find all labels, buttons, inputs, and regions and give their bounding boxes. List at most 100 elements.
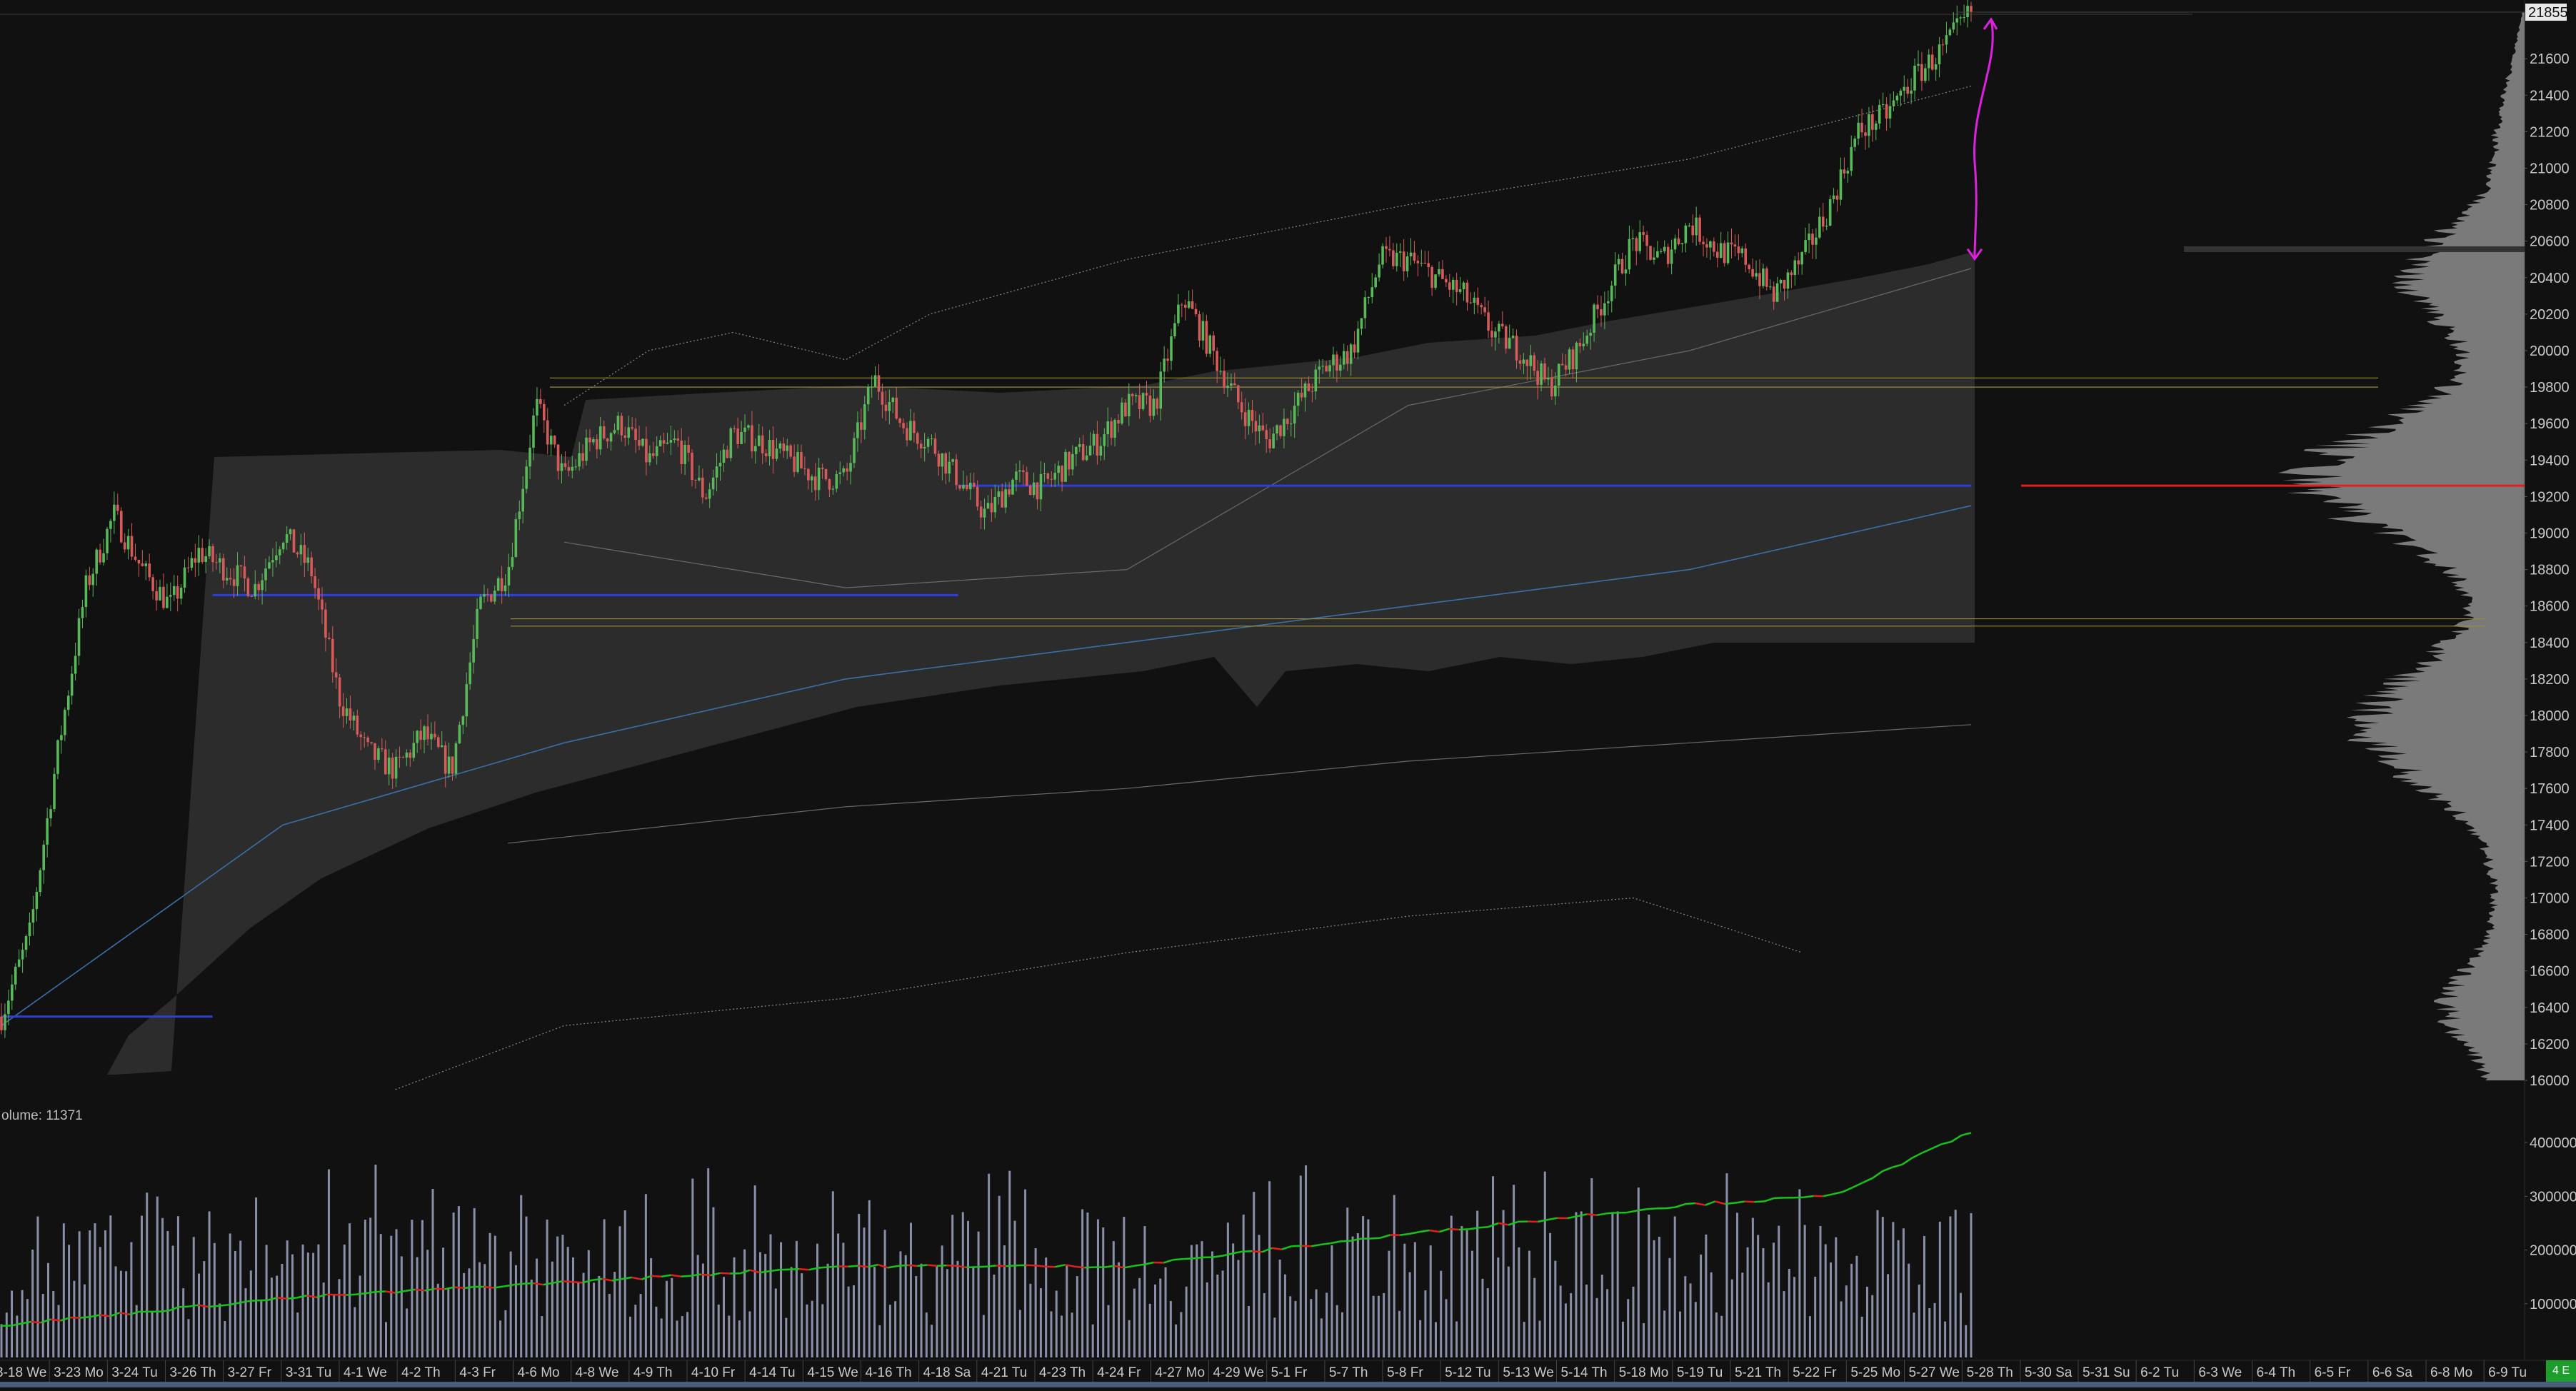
candle-body xyxy=(860,422,863,430)
candle-body xyxy=(204,556,207,562)
candle xyxy=(1800,251,1803,275)
candle xyxy=(127,529,130,560)
candle xyxy=(187,557,190,573)
volume-bar xyxy=(1814,1277,1816,1357)
candle-body xyxy=(1395,253,1398,266)
candle-body xyxy=(0,1017,3,1030)
candle-body xyxy=(1223,371,1226,388)
volume-bar xyxy=(853,1285,855,1357)
volume-bar xyxy=(1227,1222,1229,1357)
candle-body xyxy=(1568,349,1571,369)
candle-body xyxy=(208,546,211,556)
volume-bar xyxy=(1674,1216,1676,1357)
volume-bar xyxy=(1918,1285,1920,1357)
candle xyxy=(162,573,165,610)
candle-body xyxy=(191,558,194,568)
volume-bar xyxy=(385,1322,387,1357)
price-tick-label: 18000 xyxy=(2530,708,2570,724)
volume-bar xyxy=(317,1245,319,1357)
candle-body xyxy=(997,491,1000,497)
candle-body xyxy=(1685,226,1688,243)
candle-body xyxy=(1230,383,1233,386)
candle-body xyxy=(1057,466,1060,473)
volume-bar xyxy=(276,1276,278,1357)
candle-body xyxy=(1738,246,1740,253)
time-frame-badge[interactable]: 4 E xyxy=(2546,1360,2576,1382)
candle-body xyxy=(687,445,690,453)
volume-bar xyxy=(1019,1310,1021,1357)
volume-bar xyxy=(1076,1276,1078,1357)
volume-bar xyxy=(1460,1226,1463,1357)
candle-body xyxy=(1970,6,1973,12)
volume-bar xyxy=(1138,1278,1141,1357)
candle-body xyxy=(377,748,380,760)
candle-body xyxy=(1311,391,1314,392)
candle xyxy=(1811,229,1814,259)
candle-body xyxy=(856,422,859,438)
volume-bar xyxy=(998,1196,1001,1357)
candle-body xyxy=(296,553,299,555)
time-tick-label: 3-26 Th xyxy=(169,1365,216,1380)
candle-body xyxy=(257,584,260,590)
candle xyxy=(1487,301,1490,338)
candle-body xyxy=(1558,364,1560,386)
price-tick-label: 16200 xyxy=(2530,1037,2570,1053)
volume-label: olume: 11371 xyxy=(1,1108,83,1123)
volume-bar xyxy=(250,1270,252,1357)
cumulative-volume-segment xyxy=(1932,1144,1942,1148)
candle xyxy=(1670,240,1673,275)
time-tick-label: 5-30 Sa xyxy=(2025,1365,2073,1380)
cumulative-volume-segment xyxy=(503,1285,513,1286)
volume-bar xyxy=(1720,1316,1723,1357)
volume-bar xyxy=(1414,1242,1416,1357)
candle xyxy=(1381,243,1384,268)
volume-bar xyxy=(141,1216,143,1357)
candle-body xyxy=(159,587,161,601)
volume-bar xyxy=(1315,1290,1318,1357)
candle xyxy=(1825,219,1828,230)
candle-body xyxy=(74,656,77,674)
candle-body xyxy=(783,443,786,451)
volume-bar xyxy=(1268,1181,1271,1357)
chart-root[interactable]: olume: 11371 160001620016400166001680017… xyxy=(0,0,2576,1387)
candle-body xyxy=(1900,91,1903,96)
cumulative-volume-segment xyxy=(1075,1267,1085,1268)
candle-body xyxy=(1191,301,1194,309)
candle xyxy=(1480,303,1483,314)
volume-bar xyxy=(1040,1288,1042,1357)
candle xyxy=(21,943,24,973)
cumulative-volume-segment xyxy=(671,1275,681,1277)
candle-body xyxy=(610,433,613,442)
volume-bar xyxy=(1648,1215,1650,1357)
volume-bar xyxy=(915,1276,917,1357)
candle-body xyxy=(268,562,271,568)
volume-bar xyxy=(151,1312,154,1357)
candle-body xyxy=(1476,298,1479,305)
candle-body xyxy=(1328,365,1331,371)
cumulative-volume-segment xyxy=(711,1273,721,1275)
candle xyxy=(1011,478,1014,495)
candle-body xyxy=(91,573,94,585)
candle-body xyxy=(219,558,221,563)
volume-bar xyxy=(1258,1235,1261,1357)
candle xyxy=(1399,243,1402,267)
candle-body xyxy=(1113,420,1116,438)
volume-bar xyxy=(1159,1279,1161,1357)
volume-bar xyxy=(307,1252,309,1357)
candle-body xyxy=(1427,263,1430,267)
volume-bar xyxy=(811,1301,813,1357)
volume-bar xyxy=(926,1312,928,1357)
candle-body xyxy=(980,506,983,517)
cumulative-volume-segment xyxy=(1853,1182,1863,1187)
candle xyxy=(176,576,179,611)
cumulative-volume-segment xyxy=(1833,1192,1843,1194)
candle xyxy=(1198,311,1201,347)
candle-body xyxy=(1381,246,1384,265)
price-chart[interactable]: olume: 11371 160001620016400166001680017… xyxy=(0,0,2576,1387)
volume-bar xyxy=(1471,1251,1473,1357)
candle-body xyxy=(1082,444,1085,460)
candle-body xyxy=(920,443,923,448)
candle-body xyxy=(109,521,112,528)
volume-bar xyxy=(79,1231,81,1357)
time-tick-label: 3-23 Mo xyxy=(54,1365,104,1380)
